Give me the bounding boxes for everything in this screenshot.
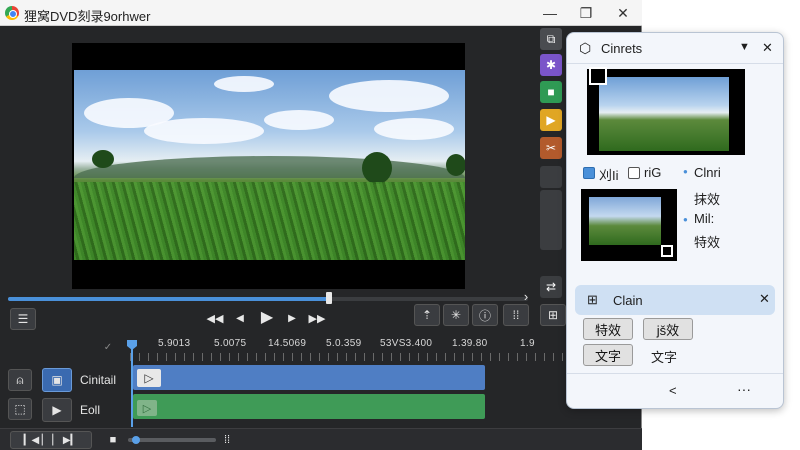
playhead[interactable] bbox=[131, 342, 133, 427]
window-title: 狸窝DVD刻录9orhwer bbox=[24, 9, 151, 24]
effects-tool-icon[interactable]: ✱ bbox=[540, 54, 562, 76]
effect-button[interactable]: jš效 bbox=[643, 318, 693, 340]
step-forward-button[interactable]: ▶ bbox=[284, 309, 300, 327]
tick-label: 5.0075 bbox=[214, 338, 247, 349]
tick-label: 14.5069 bbox=[268, 338, 307, 349]
split-button[interactable]: ✳ bbox=[443, 304, 469, 326]
link-tool-icon[interactable]: ⇄ bbox=[540, 276, 562, 298]
option1-label: 刈Ii bbox=[599, 168, 619, 183]
zoom-out-icon[interactable]: ■ bbox=[106, 432, 120, 448]
section-title: Clain bbox=[613, 293, 643, 308]
effects-panel: ⬡ Cinrets ▼ ✕ 刈Ii riG ● Clnri 抹效 ● Mil: … bbox=[566, 32, 784, 409]
video-frame-image bbox=[74, 70, 465, 260]
audio-clip-icon: ▷ bbox=[137, 400, 157, 416]
minimize-button[interactable]: — bbox=[532, 0, 568, 26]
track-visibility-icon[interactable]: ⬚ bbox=[8, 398, 32, 420]
effect-thumbnail[interactable] bbox=[581, 189, 677, 261]
option2-checkbox[interactable] bbox=[628, 167, 640, 179]
fast-forward-button[interactable]: ▶▶ bbox=[306, 309, 328, 327]
section-close-button[interactable]: ✕ bbox=[759, 291, 770, 307]
zoom-slider[interactable] bbox=[128, 436, 216, 444]
play-button[interactable]: ▶ bbox=[257, 306, 277, 328]
color-swatch[interactable] bbox=[589, 67, 607, 85]
info-button[interactable]: ⓘ bbox=[472, 304, 498, 326]
effect-preview-thumbnail[interactable] bbox=[587, 69, 745, 155]
maximize-button[interactable]: ❐ bbox=[568, 0, 604, 26]
play-tool-icon[interactable]: ▶ bbox=[540, 109, 562, 131]
editor-window: 狸窝DVD刻录9orhwer — ❐ ✕ ⧉ ✱ ■ ▶ ✂ ⇄ › ☰ ◀◀ … bbox=[0, 0, 642, 450]
audio-clip[interactable] bbox=[133, 394, 485, 419]
fx-tool-icon[interactable]: ⧉ bbox=[540, 28, 562, 50]
step-back-button[interactable]: ◀ bbox=[232, 309, 248, 327]
camera-tool-icon[interactable]: ■ bbox=[540, 81, 562, 103]
close-button[interactable]: ✕ bbox=[605, 0, 641, 26]
tick-label: 5.9013 bbox=[158, 338, 191, 349]
tick-label: 1.39.80 bbox=[452, 338, 488, 349]
video-track-label: Cinitail bbox=[80, 373, 117, 387]
panel-header: ⬡ Cinrets ▼ ✕ bbox=[567, 33, 783, 63]
menu-button[interactable]: ☰ bbox=[10, 308, 36, 330]
audio-track-icon[interactable]: ▶ bbox=[42, 398, 72, 422]
side-toolbar: ⧉ ✱ ■ ▶ ✂ ⇄ bbox=[538, 26, 564, 306]
tool-slot bbox=[540, 190, 562, 250]
panel-title: Cinrets bbox=[601, 41, 643, 56]
panel-close-button[interactable]: ✕ bbox=[762, 40, 773, 56]
grid-icon: ⊞ bbox=[587, 292, 598, 307]
video-track-icon[interactable]: ▣ bbox=[42, 368, 72, 392]
title-bar: 狸窝DVD刻录9orhwer — ❐ ✕ bbox=[0, 0, 642, 26]
zoom-grid-icon[interactable]: ⁞⁞ bbox=[220, 432, 234, 448]
seek-bar[interactable] bbox=[8, 297, 528, 301]
tick-label: 53VS3.400 bbox=[380, 338, 433, 349]
clip-thumbnail-icon: ▷ bbox=[137, 369, 161, 387]
share-icon[interactable]: < bbox=[669, 383, 677, 398]
track-lock-icon[interactable]: ⍝ bbox=[8, 369, 32, 391]
timeline-footer: ▎◀ ▏ ▏ ▶▎ ■ ⁞⁞ bbox=[0, 428, 642, 450]
bullet-item[interactable]: 抹效 bbox=[694, 189, 720, 208]
transport-mini-controls[interactable]: ▎◀ ▏ ▏ ▶▎ bbox=[10, 431, 92, 449]
bullet-item[interactable]: Mil: bbox=[694, 211, 714, 226]
bullet-item[interactable]: Clnri bbox=[694, 165, 721, 180]
collapse-icon[interactable]: ▼ bbox=[739, 41, 750, 53]
text-button[interactable]: 文字 bbox=[583, 344, 633, 366]
text-label: 文字 bbox=[651, 350, 678, 365]
section-header[interactable] bbox=[575, 285, 775, 315]
tick-label: 1.9 bbox=[520, 338, 535, 349]
expand-icon[interactable]: › bbox=[520, 289, 532, 304]
seek-handle[interactable] bbox=[326, 292, 332, 304]
effect-button[interactable]: 特效 bbox=[583, 318, 633, 340]
bullet-item[interactable]: 特效 bbox=[694, 232, 720, 251]
ruler-check-icon: ✓ bbox=[103, 341, 113, 353]
app-logo-icon bbox=[5, 6, 19, 20]
video-clip[interactable] bbox=[133, 365, 485, 390]
option1-checkbox[interactable] bbox=[583, 167, 595, 179]
more-icon[interactable]: ··· bbox=[737, 381, 751, 397]
tick-label: 5.0.359 bbox=[326, 338, 362, 349]
rewind-button[interactable]: ◀◀ bbox=[204, 309, 226, 327]
lock-button[interactable]: ⊞ bbox=[540, 304, 566, 326]
audio-track-label: Eoll bbox=[80, 403, 101, 417]
cut-tool-icon[interactable]: ✂ bbox=[540, 137, 562, 159]
hexagon-icon: ⬡ bbox=[579, 40, 592, 56]
grid-button[interactable]: ⁞⁞ bbox=[503, 304, 529, 326]
option2-label: riG bbox=[644, 165, 662, 180]
marker-button[interactable]: ⇡ bbox=[414, 304, 440, 326]
blank-tool[interactable] bbox=[540, 166, 562, 188]
